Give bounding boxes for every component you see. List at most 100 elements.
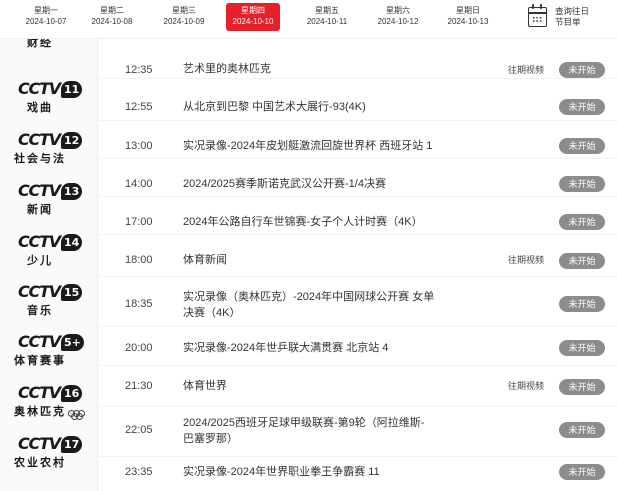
channel-name: 财经: [27, 39, 53, 49]
program-row: 12:55 从北京到巴黎 中国艺术大展行-93(4K) 未开始: [99, 79, 617, 121]
program-row: 13:00 实况录像-2024年皮划艇激流回旋世界杯 西班牙站 1 未开始: [99, 121, 617, 159]
program-row: 14:00 2024/2025赛季斯诺克武汉公开赛-1/4决赛 未开始: [99, 159, 617, 197]
calendar-icon: [528, 4, 547, 27]
program-title: 2024年公路自行车世锦赛-女子个人计时赛（4K）: [183, 216, 423, 228]
channel-name: 少儿: [27, 255, 53, 267]
channel-name: 戏曲: [27, 102, 53, 114]
channel-sidebar: 财经 CCTV 11 戏曲 CCTV 12 社会与法 CCTV 13 新闻 CCTV 1…: [0, 39, 98, 491]
channel-item-cctv13[interactable]: CCTV 13 新闻: [10, 179, 92, 223]
day-tab-5[interactable]: 星期六 2024-10-12: [371, 3, 425, 31]
day-tab-1[interactable]: 星期二 2024-10-08: [85, 3, 139, 31]
day-weekday: 星期一: [34, 6, 58, 15]
day-date: 2024-10-08: [91, 17, 133, 26]
status-badge[interactable]: 未开始: [559, 99, 605, 115]
channel-logo: CCTV 16: [18, 381, 83, 405]
channel-item-cctv14[interactable]: CCTV 14 少儿: [10, 230, 92, 274]
program-title: 体育新闻: [183, 254, 227, 266]
past-videos-link[interactable]: 往期视频: [508, 64, 544, 76]
status-badge[interactable]: 未开始: [559, 296, 605, 312]
status-badge[interactable]: 未开始: [559, 62, 605, 78]
channel-item-cctv12[interactable]: CCTV 12 社会与法: [10, 128, 92, 172]
olympic-rings-icon: [68, 410, 90, 420]
channel-item-finance[interactable]: 财经: [10, 39, 92, 79]
day-tab-0[interactable]: 星期一 2024-10-07: [19, 3, 73, 31]
program-title: 2024/2025赛季斯诺克武汉公开赛-1/4决赛: [183, 178, 386, 190]
day-date: 2024-10-12: [377, 17, 419, 26]
program-time: 12:55: [125, 101, 153, 113]
program-row: 18:35 实况录像（奥林匹克）-2024年中国网球公开赛 女单决赛（4K） 未…: [99, 277, 617, 327]
day-weekday: 星期三: [172, 6, 196, 15]
channel-item-cctv5plus[interactable]: CCTV 5+ 体育赛事: [10, 330, 92, 374]
channel-item-cctv17[interactable]: CCTV 17 农业农村: [10, 432, 92, 476]
program-title: 实况录像-2024年世乒联大满贯赛 北京站 4: [183, 342, 389, 354]
channel-item-cctv16[interactable]: CCTV 16 奥林匹克: [10, 381, 92, 425]
day-date: 2024-10-11: [306, 17, 348, 26]
program-row: 21:30 体育世界 往期视频 未开始: [99, 366, 617, 407]
channel-logo: CCTV 15: [18, 280, 83, 304]
channel-logo: CCTV 12: [18, 128, 83, 152]
past-schedule-label: 查询往日 节目单: [555, 6, 590, 27]
program-title: 艺术里的奥林匹克: [183, 63, 271, 75]
channel-logo: CCTV 17: [18, 432, 83, 456]
day-weekday: 星期四: [241, 6, 265, 15]
channel-name: 体育赛事: [14, 355, 66, 367]
day-tab-6[interactable]: 星期日 2024-10-13: [441, 3, 495, 31]
channel-logo: CCTV 14: [18, 230, 83, 254]
program-list: 12:35 艺术里的奥林匹克 往期视频 未开始 12:55 从北京到巴黎 中国艺…: [99, 39, 617, 491]
program-time: 12:35: [125, 64, 153, 76]
program-time: 21:30: [125, 380, 153, 392]
day-weekday: 星期六: [386, 6, 410, 15]
status-badge[interactable]: 未开始: [559, 340, 605, 356]
day-date: 2024-10-09: [163, 17, 205, 26]
program-row: 22:05 2024/2025西班牙足球甲级联赛-第9轮（阿拉维斯-巴塞罗那） …: [99, 407, 617, 457]
status-badge[interactable]: 未开始: [559, 176, 605, 192]
channel-name: 奥林匹克: [14, 406, 66, 418]
program-time: 22:05: [125, 424, 153, 436]
channel-item-cctv15[interactable]: CCTV 15 音乐: [10, 280, 92, 324]
channel-name: 音乐: [27, 305, 53, 317]
channel-name: 社会与法: [14, 153, 66, 165]
date-bar: 星期一 2024-10-07 星期二 2024-10-08 星期三 2024-1…: [0, 0, 617, 38]
day-weekday: 星期日: [456, 6, 480, 15]
channel-logo: CCTV 13: [18, 179, 83, 203]
channel-item-cctv11[interactable]: CCTV 11 戏曲: [10, 77, 92, 121]
program-time: 14:00: [125, 178, 153, 190]
program-row: 17:00 2024年公路自行车世锦赛-女子个人计时赛（4K） 未开始: [99, 197, 617, 235]
program-title: 体育世界: [183, 380, 227, 392]
program-title: 2024/2025西班牙足球甲级联赛-第9轮（阿拉维斯-巴塞罗那）: [183, 417, 425, 445]
program-row: 18:00 体育新闻 往期视频 未开始: [99, 235, 617, 277]
status-badge[interactable]: 未开始: [559, 464, 605, 480]
program-time: 18:00: [125, 254, 153, 266]
past-videos-link[interactable]: 往期视频: [508, 380, 544, 392]
program-row: 23:35 实况录像-2024年世界职业拳王争霸赛 11 未开始: [99, 457, 617, 491]
program-title: 从北京到巴黎 中国艺术大展行-93(4K): [183, 101, 366, 113]
program-time: 17:00: [125, 216, 153, 228]
past-schedule-button[interactable]: 查询往日 节目单: [528, 4, 608, 32]
day-date: 2024-10-13: [447, 17, 489, 26]
day-date: 2024-10-07: [25, 17, 67, 26]
day-weekday: 星期二: [100, 6, 124, 15]
day-tab-4[interactable]: 星期五 2024-10-11: [300, 3, 354, 31]
program-row: 12:35 艺术里的奥林匹克 往期视频 未开始: [99, 39, 617, 79]
program-row: 20:00 实况录像-2024年世乒联大满贯赛 北京站 4 未开始: [99, 327, 617, 366]
status-badge[interactable]: 未开始: [559, 253, 605, 269]
program-time: 18:35: [125, 298, 153, 310]
program-title: 实况录像-2024年世界职业拳王争霸赛 11: [183, 466, 380, 478]
program-title: 实况录像（奥林匹克）-2024年中国网球公开赛 女单决赛（4K）: [183, 291, 435, 319]
status-badge[interactable]: 未开始: [559, 379, 605, 395]
day-tab-2[interactable]: 星期三 2024-10-09: [157, 3, 211, 31]
status-badge[interactable]: 未开始: [559, 138, 605, 154]
program-title: 实况录像-2024年皮划艇激流回旋世界杯 西班牙站 1: [183, 140, 433, 152]
channel-logo: CCTV 5+: [18, 330, 84, 354]
day-date: 2024-10-10: [232, 17, 274, 26]
day-tab-3[interactable]: 星期四 2024-10-10: [226, 3, 280, 31]
channel-logo: CCTV 11: [18, 77, 83, 101]
day-weekday: 星期五: [315, 6, 339, 15]
status-badge[interactable]: 未开始: [559, 422, 605, 438]
program-time: 23:35: [125, 466, 153, 478]
past-videos-link[interactable]: 往期视频: [508, 254, 544, 266]
channel-name: 农业农村: [14, 457, 66, 469]
status-badge[interactable]: 未开始: [559, 214, 605, 230]
program-time: 20:00: [125, 342, 153, 354]
program-time: 13:00: [125, 140, 153, 152]
